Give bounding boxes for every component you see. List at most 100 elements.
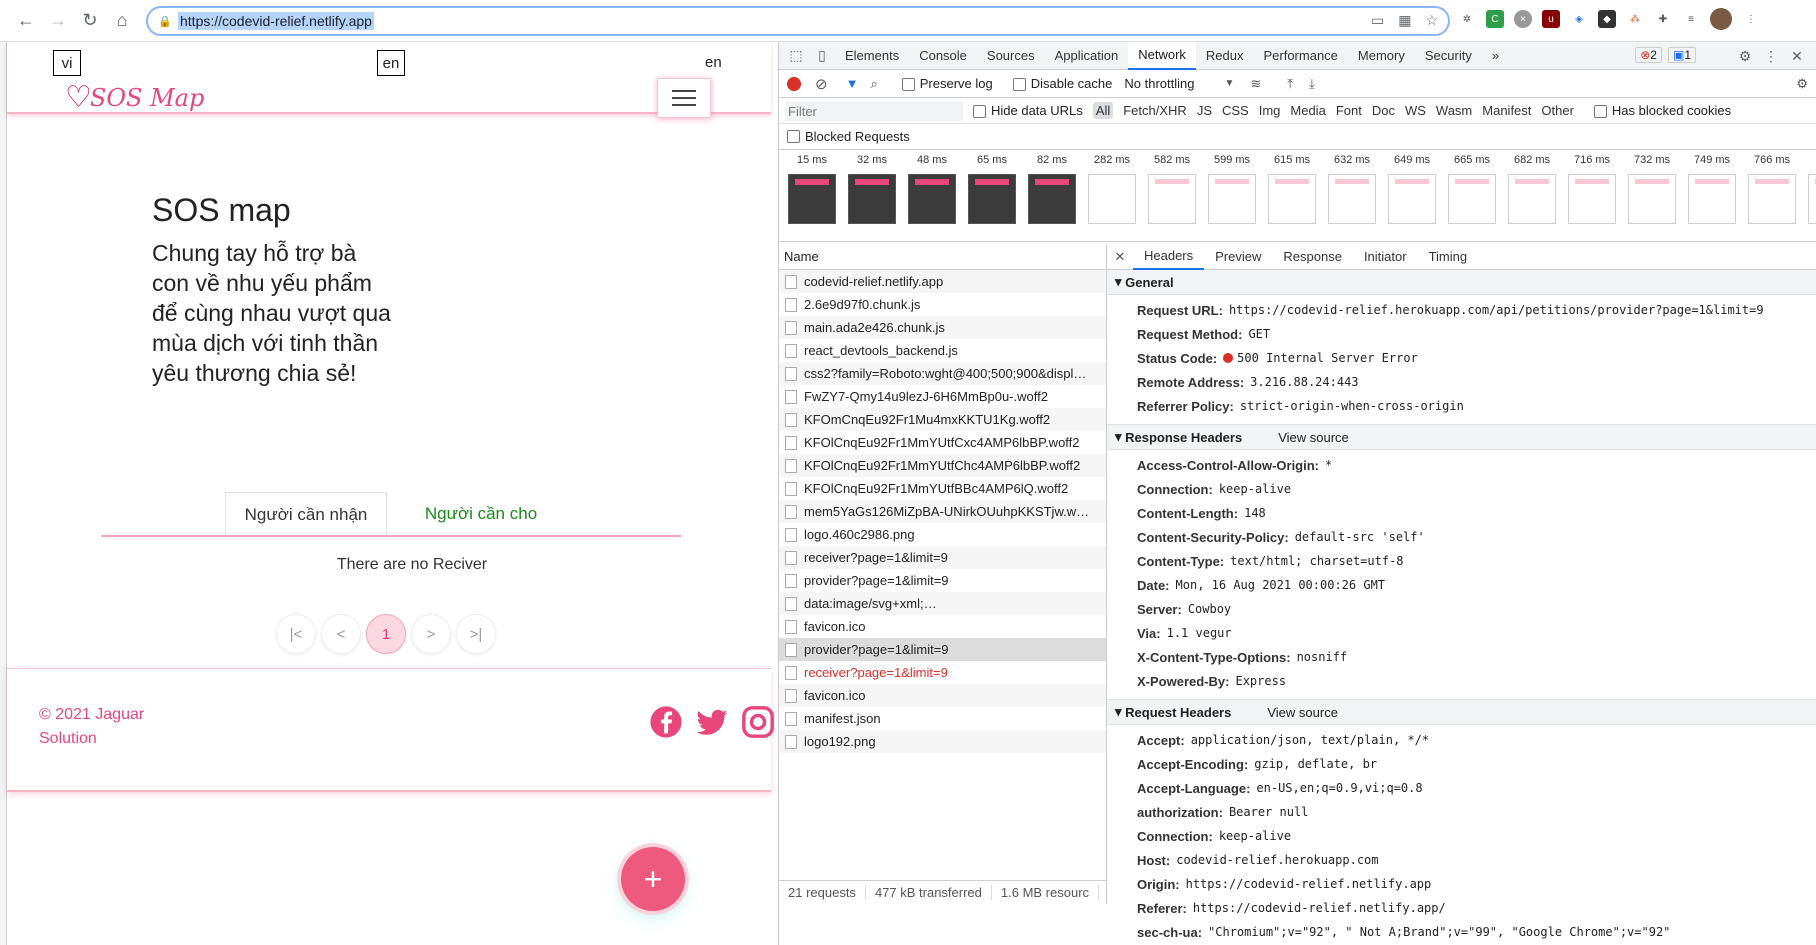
request-row[interactable]: KFOlCnqEu92Fr1MmYUtfChc4AMP6lbBP.woff2 bbox=[779, 454, 1106, 477]
request-row[interactable]: FwZY7-Qmy14u9lezJ-6H6MmBp0u-.woff2 bbox=[779, 385, 1106, 408]
lang-vi-button[interactable]: vi bbox=[53, 50, 81, 76]
request-row[interactable]: KFOmCnqEu92Fr1Mu4mxKKTU1Kg.woff2 bbox=[779, 408, 1106, 431]
filter-doc[interactable]: Doc bbox=[1372, 103, 1395, 118]
add-fab-button[interactable]: + bbox=[621, 847, 685, 911]
messages-badge[interactable]: ▣1 bbox=[1667, 47, 1696, 63]
request-row[interactable]: logo192.png bbox=[779, 730, 1106, 753]
request-row[interactable]: 2.6e9d97f0.chunk.js bbox=[779, 293, 1106, 316]
filter-css[interactable]: CSS bbox=[1222, 103, 1249, 118]
tab-application[interactable]: Application bbox=[1045, 42, 1129, 70]
filter-input[interactable]: Filter bbox=[785, 100, 963, 121]
tab-security[interactable]: Security bbox=[1415, 42, 1482, 70]
wifi-conditions-icon[interactable]: ≋ bbox=[1250, 76, 1261, 92]
twitter-icon[interactable] bbox=[695, 705, 729, 739]
filmstrip-frame[interactable]: 48 ms bbox=[903, 154, 961, 224]
name-column-header[interactable]: Name bbox=[779, 244, 1106, 270]
search-icon[interactable]: ⌕ bbox=[870, 76, 877, 92]
filter-js[interactable]: JS bbox=[1197, 103, 1212, 118]
filter-fetch-xhr[interactable]: Fetch/XHR bbox=[1123, 103, 1187, 118]
tab-console[interactable]: Console bbox=[909, 42, 977, 70]
device-toggle-icon[interactable]: ▯ bbox=[809, 42, 835, 70]
request-row[interactable]: react_devtools_backend.js bbox=[779, 339, 1106, 362]
facebook-icon[interactable] bbox=[649, 705, 683, 739]
network-settings-icon[interactable]: ⚙ bbox=[1796, 76, 1808, 92]
chevron-down-icon[interactable]: ▼ bbox=[1224, 78, 1234, 89]
filter-ws[interactable]: WS bbox=[1405, 103, 1426, 118]
shield-extension-icon[interactable]: ◈ bbox=[1570, 10, 1588, 28]
tab-preview[interactable]: Preview bbox=[1204, 244, 1272, 270]
filter-font[interactable]: Font bbox=[1336, 103, 1362, 118]
filmstrip-frame[interactable]: 599 ms bbox=[1203, 154, 1261, 224]
filmstrip-frame[interactable]: 65 ms bbox=[963, 154, 1021, 224]
tab-performance[interactable]: Performance bbox=[1253, 42, 1347, 70]
filmstrip-frame[interactable]: 682 ms bbox=[1503, 154, 1561, 224]
tab-receiver[interactable]: Người cần nhận bbox=[225, 492, 387, 536]
first-page-button[interactable]: |< bbox=[276, 614, 316, 654]
response-headers-section-header[interactable]: ▾ Response Headers View source bbox=[1107, 425, 1816, 450]
request-row[interactable]: favicon.ico bbox=[779, 684, 1106, 707]
tab-sources[interactable]: Sources bbox=[977, 42, 1045, 70]
filter-other[interactable]: Other bbox=[1541, 103, 1574, 118]
request-row[interactable]: provider?page=1&limit=9 bbox=[779, 638, 1106, 661]
bookmark-star-icon[interactable]: ☆ bbox=[1425, 12, 1438, 29]
reload-icon[interactable]: ↻ bbox=[74, 5, 106, 37]
menu-dots-icon[interactable]: ⋮ bbox=[1742, 10, 1760, 28]
export-har-icon[interactable]: ⤓ bbox=[1309, 76, 1315, 92]
request-row[interactable]: KFOlCnqEu92Fr1MmYUtfCxc4AMP6lbBP.woff2 bbox=[779, 431, 1106, 454]
has-blocked-cookies-checkbox[interactable]: Has blocked cookies bbox=[1593, 103, 1731, 119]
filmstrip-frame[interactable]: 7 bbox=[1803, 154, 1816, 224]
filmstrip-frame[interactable]: 766 ms bbox=[1743, 154, 1801, 224]
box-extension-icon[interactable]: ◆ bbox=[1598, 10, 1616, 28]
tab-redux[interactable]: Redux bbox=[1196, 42, 1254, 70]
filmstrip-frame[interactable]: 82 ms bbox=[1023, 154, 1081, 224]
url-text[interactable]: https://codevid-relief.netlify.app bbox=[178, 12, 374, 30]
blocked-requests-checkbox[interactable]: Blocked Requests bbox=[779, 124, 1816, 150]
filmstrip-frame[interactable]: 665 ms bbox=[1443, 154, 1501, 224]
filmstrip-frame[interactable]: 749 ms bbox=[1683, 154, 1741, 224]
filmstrip-frame[interactable]: 282 ms bbox=[1083, 154, 1141, 224]
devtools-menu-icon[interactable]: ⋮ bbox=[1758, 42, 1784, 70]
grey-circle-extension-icon[interactable]: × bbox=[1514, 10, 1532, 28]
bug-extension-icon[interactable]: ✲ bbox=[1458, 10, 1476, 28]
hide-data-urls-checkbox[interactable]: Hide data URLs bbox=[973, 103, 1083, 119]
filmstrip-frame[interactable]: 15 ms bbox=[783, 154, 841, 224]
close-devtools-icon[interactable]: ✕ bbox=[1784, 42, 1810, 70]
address-bar[interactable]: 🔒 https://codevid-relief.netlify.app ▭ ▦… bbox=[146, 6, 1450, 36]
throttling-select[interactable]: No throttling bbox=[1124, 76, 1194, 91]
import-har-icon[interactable]: ⤒ bbox=[1287, 76, 1293, 92]
filmstrip-frame[interactable]: 632 ms bbox=[1323, 154, 1381, 224]
close-detail-icon[interactable]: ✕ bbox=[1107, 249, 1133, 265]
more-tabs-button[interactable]: » bbox=[1482, 42, 1509, 70]
general-section-header[interactable]: ▾ General bbox=[1107, 270, 1816, 295]
filter-wasm[interactable]: Wasm bbox=[1436, 103, 1472, 118]
request-row[interactable]: receiver?page=1&limit=9 bbox=[779, 661, 1106, 684]
cast-icon[interactable]: ▭ bbox=[1371, 12, 1384, 29]
tab-response[interactable]: Response bbox=[1272, 244, 1353, 270]
filmstrip-frame[interactable]: 582 ms bbox=[1143, 154, 1201, 224]
settings-gear-icon[interactable]: ⚙ bbox=[1732, 42, 1758, 70]
filmstrip-frame[interactable]: 649 ms bbox=[1383, 154, 1441, 224]
disable-cache-checkbox[interactable]: Disable cache bbox=[1012, 76, 1112, 92]
tab-elements[interactable]: Elements bbox=[835, 42, 909, 70]
response-view-source-link[interactable]: View source bbox=[1278, 430, 1349, 445]
tab-memory[interactable]: Memory bbox=[1348, 42, 1415, 70]
current-page-button[interactable]: 1 bbox=[366, 614, 406, 654]
request-row[interactable]: receiver?page=1&limit=9 bbox=[779, 546, 1106, 569]
filter-manifest[interactable]: Manifest bbox=[1482, 103, 1531, 118]
filmstrip-frame[interactable]: 716 ms bbox=[1563, 154, 1621, 224]
ublock-extension-icon[interactable]: u bbox=[1542, 10, 1560, 28]
clear-icon[interactable]: ⊘ bbox=[815, 75, 828, 93]
request-row[interactable]: provider?page=1&limit=9 bbox=[779, 569, 1106, 592]
avatar[interactable] bbox=[1710, 8, 1732, 30]
hamburger-menu-button[interactable] bbox=[657, 78, 711, 118]
qr-icon[interactable]: ▦ bbox=[1398, 12, 1411, 29]
request-row[interactable]: logo.460c2986.png bbox=[779, 523, 1106, 546]
request-row[interactable]: data:image/svg+xml;… bbox=[779, 592, 1106, 615]
filter-all[interactable]: All bbox=[1092, 102, 1114, 119]
media-icon[interactable]: ≡ bbox=[1682, 10, 1700, 28]
request-row[interactable]: manifest.json bbox=[779, 707, 1106, 730]
filmstrip-frame[interactable]: 732 ms bbox=[1623, 154, 1681, 224]
inspect-icon[interactable]: ⬚ bbox=[783, 42, 809, 70]
filter-img[interactable]: Img bbox=[1259, 103, 1281, 118]
forward-icon[interactable]: → bbox=[42, 5, 74, 37]
